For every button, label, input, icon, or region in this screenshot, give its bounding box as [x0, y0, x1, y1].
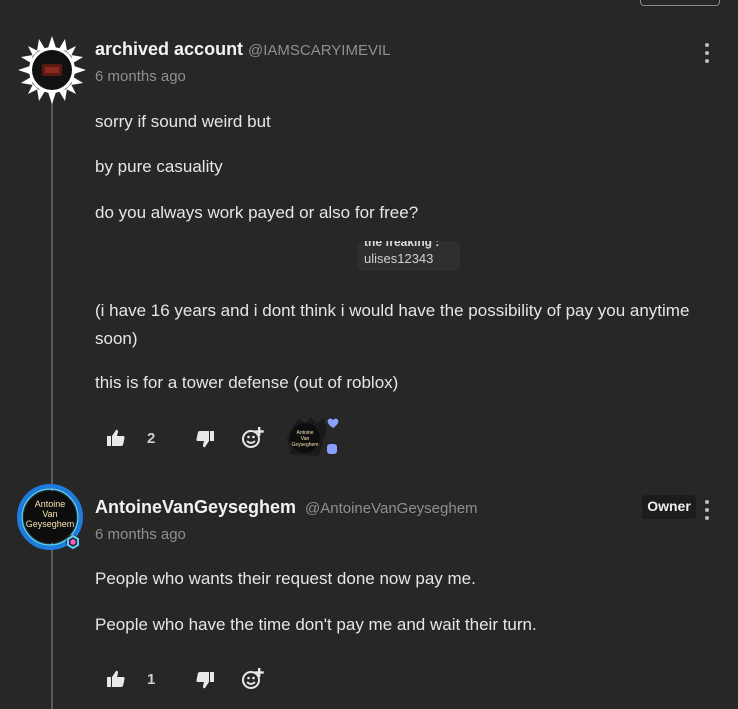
svg-text:Antoine: Antoine	[35, 499, 66, 509]
comment-time[interactable]: 6 months ago	[95, 68, 186, 85]
embedded-image: the freaking : ulises12343	[358, 241, 460, 271]
reply-thread-line	[51, 82, 53, 709]
comment-handle[interactable]: @AntoineVanGeyseghem	[305, 500, 478, 517]
avatar[interactable]: Antoine Van Geyseghem	[17, 484, 89, 556]
comment-text: People who have the time don't pay me an…	[95, 615, 537, 634]
comment-text: sorry if sound weird but	[95, 112, 271, 131]
thumbs-up-icon[interactable]	[107, 429, 125, 446]
comment-text: do you always work payed or also for fre…	[95, 203, 419, 222]
top-right-button[interactable]	[640, 0, 720, 6]
like-count: 1	[147, 671, 156, 688]
svg-text:Geyseghem: Geyseghem	[26, 519, 75, 529]
comment-time[interactable]: 6 months ago	[95, 526, 186, 543]
comment-author[interactable]: AntoineVanGeyseghem	[95, 497, 296, 518]
thumbs-down-icon[interactable]	[196, 431, 214, 448]
owner-badge: Owner	[642, 495, 696, 519]
comment-author[interactable]: archived account	[95, 39, 243, 60]
more-vertical-icon[interactable]	[702, 43, 712, 69]
add-emoji-icon[interactable]	[242, 668, 264, 690]
embed-caption: the freaking :	[364, 241, 440, 249]
comment-text: (i have 16 years and i dont think i woul…	[95, 301, 690, 348]
creator-heart-avatar: Antoine Van Geyseghem	[287, 417, 339, 456]
embed-username: ulises12343	[364, 251, 434, 266]
avatar[interactable]	[18, 36, 86, 104]
like-count: 2	[147, 430, 156, 447]
comment-handle[interactable]: @IAMSCARYIMEVIL	[248, 42, 391, 59]
add-emoji-icon[interactable]	[242, 427, 264, 449]
comment-text: People who wants their request done now …	[95, 569, 476, 588]
svg-text:Van: Van	[42, 509, 57, 519]
thumbs-down-icon[interactable]	[196, 672, 214, 689]
comment-text: this is for a tower defense (out of robl…	[95, 373, 399, 392]
more-vertical-icon[interactable]	[702, 500, 712, 526]
svg-text:Geyseghem: Geyseghem	[292, 442, 319, 448]
thumbs-up-icon[interactable]	[107, 670, 125, 687]
comment-text: by pure casuality	[95, 157, 223, 176]
